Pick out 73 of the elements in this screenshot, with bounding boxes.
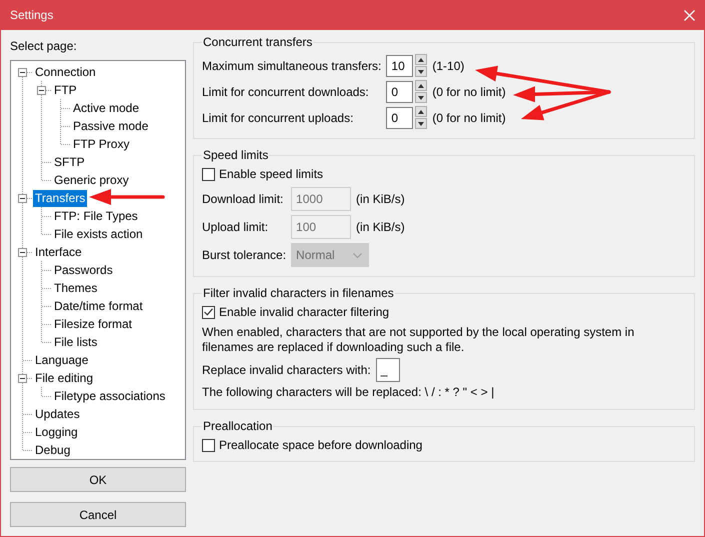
input-field[interactable]: _ — [376, 358, 400, 382]
group-title: Filter invalid characters in filenames — [202, 286, 395, 300]
spin-up-button[interactable] — [415, 106, 428, 117]
dialog-button[interactable]: Cancel — [10, 502, 186, 527]
checkbox[interactable] — [202, 306, 215, 318]
field-label: Limit for concurrent uploads: — [202, 110, 354, 124]
tree-item[interactable]: Updates — [33, 406, 82, 422]
hint-text: (0 for no limit) — [432, 110, 506, 124]
collapse-icon[interactable] — [37, 86, 46, 95]
spin-down-button[interactable] — [415, 92, 428, 103]
down-arrow-icon — [418, 122, 424, 126]
checkbox-label: Enable speed limits — [219, 167, 324, 181]
field-label: Download limit: — [202, 192, 284, 206]
tree-item[interactable]: File lists — [52, 334, 100, 350]
close-icon — [684, 10, 694, 20]
spin-up-button[interactable] — [415, 54, 428, 65]
tree-item[interactable]: Date/time format — [52, 298, 145, 314]
checkbox-label: Enable invalid character filtering — [219, 305, 390, 319]
hint-text: (in KiB/s) — [356, 192, 405, 206]
down-arrow-icon — [418, 70, 424, 74]
tree-item[interactable]: File editing — [33, 370, 96, 386]
checkbox-label: Preallocate space before downloading — [219, 438, 422, 452]
collapse-icon[interactable] — [18, 68, 27, 77]
tree-item[interactable]: FTP — [52, 82, 79, 98]
field-label: Replace invalid characters with: — [202, 363, 371, 377]
tree-item[interactable]: Active mode — [71, 100, 142, 116]
tree-item[interactable]: Transfers — [33, 190, 88, 206]
number-field[interactable]: 0 — [386, 80, 414, 102]
up-arrow-icon — [418, 84, 424, 88]
tree-item[interactable]: Logging — [33, 424, 80, 440]
group-title: Preallocation — [202, 419, 274, 433]
tree-item[interactable]: Language — [33, 352, 90, 368]
tree-item[interactable]: Themes — [52, 280, 100, 296]
spin-down-button[interactable] — [415, 118, 428, 129]
collapse-icon[interactable] — [18, 194, 27, 203]
tree-item[interactable]: Passive mode — [71, 118, 150, 134]
hint-text: (1-10) — [432, 58, 464, 72]
tree-item[interactable]: Generic proxy — [52, 172, 131, 188]
checkbox[interactable] — [202, 438, 215, 452]
number-field[interactable]: 10 — [386, 54, 414, 76]
checkbox[interactable] — [202, 168, 215, 180]
tree-item[interactable]: Connection — [33, 64, 98, 80]
spin-down-button[interactable] — [415, 66, 428, 77]
group-title: Concurrent transfers — [202, 35, 314, 49]
field-label: Burst tolerance: — [202, 248, 286, 262]
spin-up-button[interactable] — [415, 80, 428, 91]
tree-item[interactable]: SFTP — [52, 154, 87, 170]
field-label: Upload limit: — [202, 220, 270, 234]
description-text: The following characters will be replaced: \ / : * ? " < > | — [202, 385, 496, 400]
window-title: Settings — [10, 8, 54, 22]
number-field[interactable]: 0 — [386, 106, 414, 128]
tree-item[interactable]: Interface — [33, 244, 84, 260]
tree-item[interactable]: Filetype associations — [52, 388, 168, 404]
tree-item[interactable]: FTP: File Types — [52, 208, 140, 224]
collapse-icon[interactable] — [18, 248, 27, 257]
field-label: Limit for concurrent downloads: — [202, 84, 370, 98]
tree-item[interactable]: Passwords — [52, 262, 115, 278]
hint-text: (in KiB/s) — [356, 220, 405, 234]
caret-icon — [353, 252, 362, 258]
collapse-icon[interactable] — [18, 374, 27, 383]
down-arrow-icon — [418, 96, 424, 100]
up-arrow-icon — [418, 110, 424, 114]
dialog-button[interactable]: OK — [10, 467, 186, 492]
tree-item[interactable]: File exists action — [52, 226, 145, 242]
field-label: Maximum simultaneous transfers: — [202, 58, 382, 72]
hint-text: (0 for no limit) — [432, 84, 506, 98]
up-arrow-icon — [418, 58, 424, 62]
tree-item[interactable]: FTP Proxy — [71, 136, 132, 152]
tree-item[interactable]: Filesize format — [52, 316, 134, 332]
tree-item[interactable]: Debug — [33, 442, 72, 458]
section-label: Select page: — [10, 39, 78, 53]
description-text: When enabled, characters that are not supported by the local operating system in filenames are replaced if downloading such a file. — [202, 325, 636, 355]
group-title: Speed limits — [202, 148, 270, 162]
